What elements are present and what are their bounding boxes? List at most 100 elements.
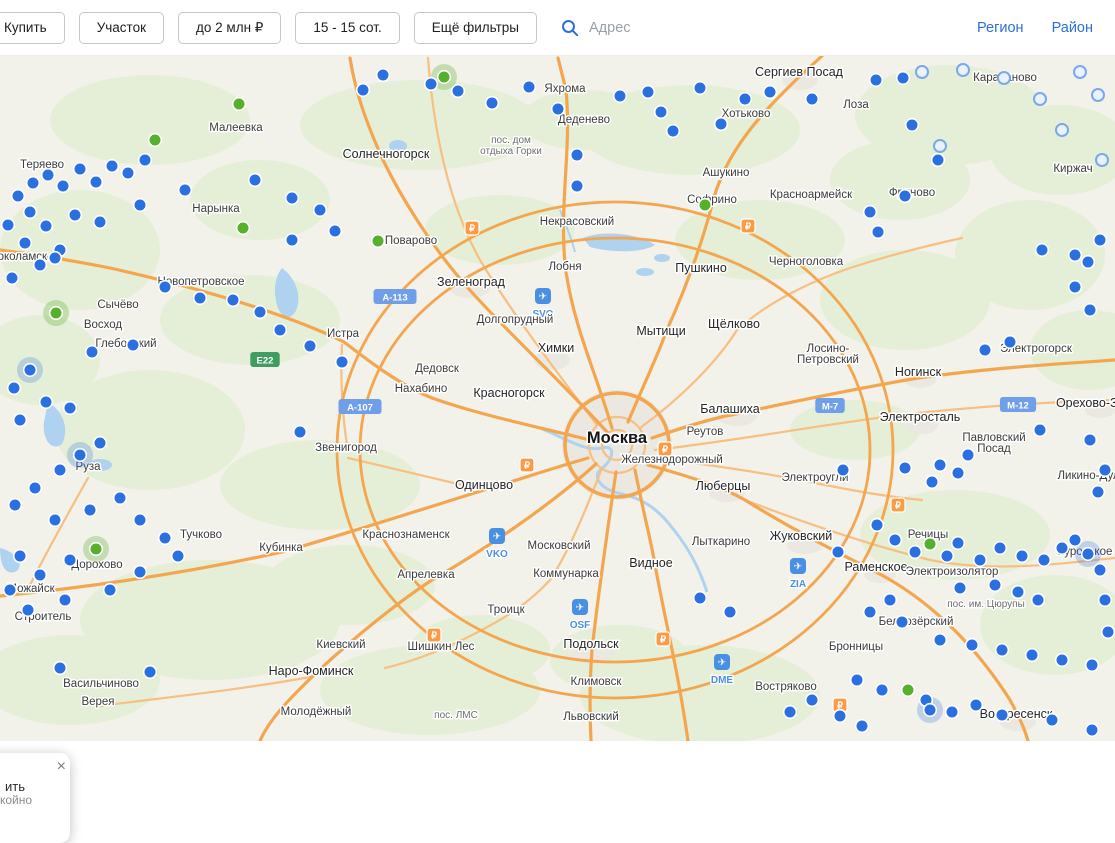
- map-marker-new[interactable]: [900, 682, 916, 698]
- map-marker[interactable]: [895, 70, 911, 86]
- map-marker[interactable]: [904, 117, 920, 133]
- map-marker[interactable]: [1024, 647, 1040, 663]
- map-marker[interactable]: [1092, 562, 1108, 578]
- map-marker[interactable]: [1010, 584, 1026, 600]
- map-marker-new[interactable]: [370, 233, 386, 249]
- map-marker-new[interactable]: [697, 197, 713, 213]
- filter-object-type[interactable]: Участок: [78, 11, 165, 44]
- map-marker[interactable]: [612, 88, 628, 104]
- map-marker[interactable]: [32, 567, 48, 583]
- map-marker[interactable]: [713, 116, 729, 132]
- map-marker[interactable]: [1092, 232, 1108, 248]
- map-marker[interactable]: [944, 704, 960, 720]
- map-marker[interactable]: [25, 175, 41, 191]
- map-marker[interactable]: [302, 338, 318, 354]
- map-marker[interactable]: [7, 497, 23, 513]
- map-marker[interactable]: [72, 161, 88, 177]
- map-marker[interactable]: [0, 217, 16, 233]
- map-marker[interactable]: [125, 337, 141, 353]
- map-marker[interactable]: [52, 462, 68, 478]
- map-marker[interactable]: [1084, 657, 1100, 673]
- map-marker[interactable]: [907, 544, 923, 560]
- map-marker[interactable]: [832, 708, 848, 724]
- map-marker[interactable]: [247, 172, 263, 188]
- map-marker[interactable]: [692, 80, 708, 96]
- map-marker[interactable]: [665, 123, 681, 139]
- map-marker[interactable]: [120, 165, 136, 181]
- map-marker[interactable]: [924, 474, 940, 490]
- map-marker-viewed[interactable]: [933, 139, 947, 153]
- map-marker[interactable]: [27, 480, 43, 496]
- map-marker[interactable]: [38, 394, 54, 410]
- map-marker[interactable]: [484, 95, 500, 111]
- map-marker[interactable]: [964, 637, 980, 653]
- map-marker[interactable]: [62, 552, 78, 568]
- map-marker[interactable]: [1090, 484, 1106, 500]
- map-marker[interactable]: [930, 152, 946, 168]
- map-marker[interactable]: [1067, 532, 1083, 548]
- search-input[interactable]: [589, 19, 977, 36]
- map-marker[interactable]: [450, 83, 466, 99]
- map-marker-new[interactable]: [922, 536, 938, 552]
- filter-deal-type[interactable]: Купить: [0, 11, 65, 44]
- map-marker[interactable]: [112, 490, 128, 506]
- map-marker[interactable]: [312, 202, 328, 218]
- map-marker[interactable]: [569, 178, 585, 194]
- map-marker[interactable]: [92, 435, 108, 451]
- filter-price[interactable]: до 2 млн ₽: [178, 11, 282, 44]
- map-marker[interactable]: [2, 582, 18, 598]
- map-marker[interactable]: [137, 152, 153, 168]
- map-marker[interactable]: [1034, 242, 1050, 258]
- map-marker[interactable]: [521, 79, 537, 95]
- map-marker[interactable]: [972, 552, 988, 568]
- map-marker[interactable]: [12, 412, 28, 428]
- map-marker-new[interactable]: [235, 220, 251, 236]
- map-marker-viewed[interactable]: [915, 65, 929, 79]
- map-marker[interactable]: [870, 224, 886, 240]
- map-marker[interactable]: [977, 342, 993, 358]
- map-marker[interactable]: [869, 517, 885, 533]
- map-marker[interactable]: [897, 188, 913, 204]
- map-marker[interactable]: [62, 400, 78, 416]
- map-marker[interactable]: [950, 535, 966, 551]
- map-marker[interactable]: [692, 590, 708, 606]
- map-marker[interactable]: [22, 204, 38, 220]
- district-link[interactable]: Район: [1052, 20, 1093, 36]
- map-marker[interactable]: [722, 604, 738, 620]
- map-marker[interactable]: [782, 704, 798, 720]
- filter-more-filters[interactable]: Ещё фильтры: [413, 11, 537, 44]
- map-marker[interactable]: [84, 344, 100, 360]
- map-marker[interactable]: [968, 697, 984, 713]
- map-marker[interactable]: [835, 462, 851, 478]
- map-marker-new[interactable]: [231, 96, 247, 112]
- map-marker[interactable]: [1067, 247, 1083, 263]
- map-marker[interactable]: [132, 564, 148, 580]
- map-marker[interactable]: [1054, 540, 1070, 556]
- map-marker[interactable]: [830, 544, 846, 560]
- map-marker[interactable]: [4, 270, 20, 286]
- search-box[interactable]: [561, 19, 977, 37]
- map-marker[interactable]: [10, 188, 26, 204]
- filter-area[interactable]: 15 - 15 сот.: [295, 11, 400, 44]
- map-marker[interactable]: [932, 457, 948, 473]
- map-marker[interactable]: [32, 257, 48, 273]
- map-marker[interactable]: [1036, 552, 1052, 568]
- map-marker[interactable]: [192, 290, 208, 306]
- promo-close-button[interactable]: ×: [57, 759, 66, 775]
- map-marker[interactable]: [132, 197, 148, 213]
- map-marker[interactable]: [1014, 548, 1030, 564]
- map-marker[interactable]: [987, 577, 1003, 593]
- map-marker[interactable]: [334, 354, 350, 370]
- map-marker[interactable]: [284, 190, 300, 206]
- map-marker[interactable]: [355, 82, 371, 98]
- map-marker[interactable]: [804, 91, 820, 107]
- map-marker-viewed[interactable]: [1073, 65, 1087, 79]
- map-marker[interactable]: [1100, 624, 1115, 640]
- map-marker[interactable]: [897, 460, 913, 476]
- map-marker[interactable]: [653, 104, 669, 120]
- map-marker[interactable]: [57, 592, 73, 608]
- map-marker[interactable]: [862, 204, 878, 220]
- map-marker-viewed[interactable]: [956, 63, 970, 77]
- map-marker[interactable]: [1097, 462, 1113, 478]
- map-marker[interactable]: [862, 604, 878, 620]
